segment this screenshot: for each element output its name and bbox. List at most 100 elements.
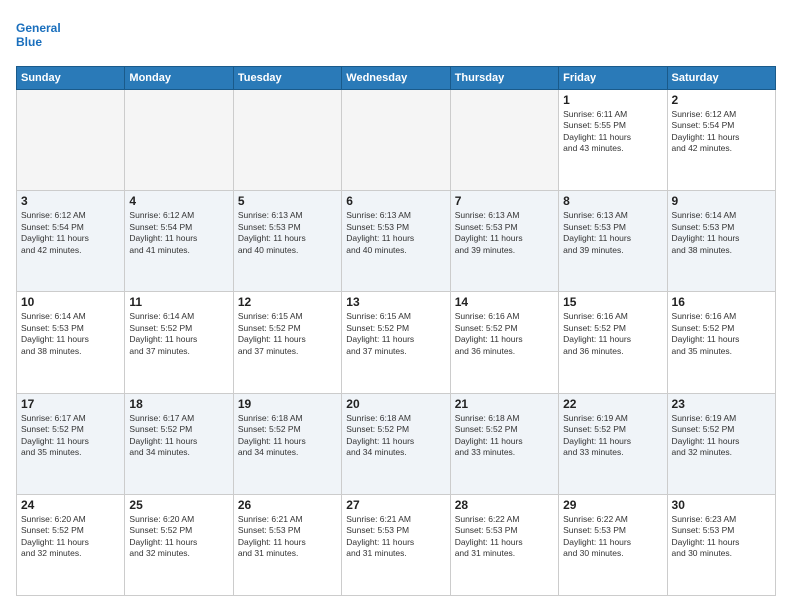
calendar-cell: 8 Sunrise: 6:13 AM Sunset: 5:53 PM Daylig… <box>559 191 667 292</box>
day-info: Sunrise: 6:12 AM Sunset: 5:54 PM Dayligh… <box>21 210 120 256</box>
day-info: Sunrise: 6:17 AM Sunset: 5:52 PM Dayligh… <box>21 413 120 459</box>
day-info: Sunrise: 6:14 AM Sunset: 5:53 PM Dayligh… <box>21 311 120 357</box>
day-info: Sunrise: 6:16 AM Sunset: 5:52 PM Dayligh… <box>672 311 771 357</box>
day-info: Sunrise: 6:13 AM Sunset: 5:53 PM Dayligh… <box>238 210 337 256</box>
calendar-cell: 16 Sunrise: 6:16 AM Sunset: 5:52 PM Dayli… <box>667 292 775 393</box>
calendar-weekday-friday: Friday <box>559 67 667 90</box>
calendar-cell <box>233 90 341 191</box>
day-info: Sunrise: 6:13 AM Sunset: 5:53 PM Dayligh… <box>563 210 662 256</box>
calendar-cell: 30 Sunrise: 6:23 AM Sunset: 5:53 PM Dayli… <box>667 494 775 595</box>
calendar-header-row: SundayMondayTuesdayWednesdayThursdayFrid… <box>17 67 776 90</box>
day-info: Sunrise: 6:18 AM Sunset: 5:52 PM Dayligh… <box>455 413 554 459</box>
day-number: 10 <box>21 295 120 309</box>
page: General Blue SundayMondayTuesdayWednesda… <box>0 0 792 612</box>
day-number: 13 <box>346 295 445 309</box>
day-info: Sunrise: 6:13 AM Sunset: 5:53 PM Dayligh… <box>346 210 445 256</box>
day-number: 28 <box>455 498 554 512</box>
day-info: Sunrise: 6:19 AM Sunset: 5:52 PM Dayligh… <box>563 413 662 459</box>
day-info: Sunrise: 6:11 AM Sunset: 5:55 PM Dayligh… <box>563 109 662 155</box>
calendar-cell: 6Sunrise: 6:13 AM Sunset: 5:53 PM Daylig… <box>342 191 450 292</box>
day-number: 11 <box>129 295 228 309</box>
calendar-cell: 29Sunrise: 6:22 AM Sunset: 5:53 PM Dayli… <box>559 494 667 595</box>
calendar-cell <box>17 90 125 191</box>
calendar-cell: 5 Sunrise: 6:13 AM Sunset: 5:53 PM Daylig… <box>233 191 341 292</box>
day-info: Sunrise: 6:14 AM Sunset: 5:53 PM Dayligh… <box>672 210 771 256</box>
calendar-cell: 27 Sunrise: 6:21 AM Sunset: 5:53 PM Dayli… <box>342 494 450 595</box>
calendar-cell: 18 Sunrise: 6:17 AM Sunset: 5:52 PM Dayli… <box>125 393 233 494</box>
calendar-weekday-monday: Monday <box>125 67 233 90</box>
day-number: 9 <box>672 194 771 208</box>
day-info: Sunrise: 6:21 AM Sunset: 5:53 PM Dayligh… <box>346 514 445 560</box>
day-info: Sunrise: 6:12 AM Sunset: 5:54 PM Dayligh… <box>129 210 228 256</box>
day-info: Sunrise: 6:12 AM Sunset: 5:54 PM Dayligh… <box>672 109 771 155</box>
day-info: Sunrise: 6:16 AM Sunset: 5:52 PM Dayligh… <box>563 311 662 357</box>
day-number: 27 <box>346 498 445 512</box>
calendar-cell <box>125 90 233 191</box>
calendar-cell: 9 Sunrise: 6:14 AM Sunset: 5:53 PM Daylig… <box>667 191 775 292</box>
calendar-week-row: 10 Sunrise: 6:14 AM Sunset: 5:53 PM Dayli… <box>17 292 776 393</box>
day-number: 30 <box>672 498 771 512</box>
header: General Blue <box>16 16 776 56</box>
day-number: 14 <box>455 295 554 309</box>
calendar-cell: 20 Sunrise: 6:18 AM Sunset: 5:52 PM Dayli… <box>342 393 450 494</box>
calendar-week-row: 1 Sunrise: 6:11 AM Sunset: 5:55 PM Daylig… <box>17 90 776 191</box>
svg-text:Blue: Blue <box>16 35 42 49</box>
day-number: 19 <box>238 397 337 411</box>
day-number: 20 <box>346 397 445 411</box>
day-number: 2 <box>672 93 771 107</box>
calendar-cell: 17Sunrise: 6:17 AM Sunset: 5:52 PM Dayli… <box>17 393 125 494</box>
calendar-cell: 21 Sunrise: 6:18 AM Sunset: 5:52 PM Dayli… <box>450 393 558 494</box>
calendar-weekday-wednesday: Wednesday <box>342 67 450 90</box>
day-number: 4 <box>129 194 228 208</box>
day-info: Sunrise: 6:21 AM Sunset: 5:53 PM Dayligh… <box>238 514 337 560</box>
calendar-cell: 28 Sunrise: 6:22 AM Sunset: 5:53 PM Dayli… <box>450 494 558 595</box>
day-number: 12 <box>238 295 337 309</box>
day-number: 29 <box>563 498 662 512</box>
calendar-cell: 19Sunrise: 6:18 AM Sunset: 5:52 PM Dayli… <box>233 393 341 494</box>
calendar-weekday-thursday: Thursday <box>450 67 558 90</box>
calendar-cell: 4 Sunrise: 6:12 AM Sunset: 5:54 PM Daylig… <box>125 191 233 292</box>
day-number: 1 <box>563 93 662 107</box>
calendar-week-row: 3 Sunrise: 6:12 AM Sunset: 5:54 PM Daylig… <box>17 191 776 292</box>
day-info: Sunrise: 6:13 AM Sunset: 5:53 PM Dayligh… <box>455 210 554 256</box>
calendar-cell: 11 Sunrise: 6:14 AM Sunset: 5:52 PM Dayli… <box>125 292 233 393</box>
calendar-cell: 13 Sunrise: 6:15 AM Sunset: 5:52 PM Dayli… <box>342 292 450 393</box>
svg-text:General: General <box>16 21 61 35</box>
day-number: 26 <box>238 498 337 512</box>
calendar-cell: 24Sunrise: 6:20 AM Sunset: 5:52 PM Dayli… <box>17 494 125 595</box>
calendar-cell: 7Sunrise: 6:13 AM Sunset: 5:53 PM Daylig… <box>450 191 558 292</box>
day-number: 23 <box>672 397 771 411</box>
day-number: 21 <box>455 397 554 411</box>
day-info: Sunrise: 6:14 AM Sunset: 5:52 PM Dayligh… <box>129 311 228 357</box>
day-number: 5 <box>238 194 337 208</box>
day-info: Sunrise: 6:19 AM Sunset: 5:52 PM Dayligh… <box>672 413 771 459</box>
calendar-cell: 10 Sunrise: 6:14 AM Sunset: 5:53 PM Dayli… <box>17 292 125 393</box>
calendar-cell: 14 Sunrise: 6:16 AM Sunset: 5:52 PM Dayli… <box>450 292 558 393</box>
calendar-cell: 25 Sunrise: 6:20 AM Sunset: 5:52 PM Dayli… <box>125 494 233 595</box>
calendar-cell <box>450 90 558 191</box>
calendar-cell: 23 Sunrise: 6:19 AM Sunset: 5:52 PM Dayli… <box>667 393 775 494</box>
day-info: Sunrise: 6:22 AM Sunset: 5:53 PM Dayligh… <box>455 514 554 560</box>
calendar-cell: 12Sunrise: 6:15 AM Sunset: 5:52 PM Dayli… <box>233 292 341 393</box>
day-number: 16 <box>672 295 771 309</box>
day-info: Sunrise: 6:15 AM Sunset: 5:52 PM Dayligh… <box>346 311 445 357</box>
day-info: Sunrise: 6:20 AM Sunset: 5:52 PM Dayligh… <box>129 514 228 560</box>
day-number: 8 <box>563 194 662 208</box>
day-number: 3 <box>21 194 120 208</box>
calendar-cell: 3 Sunrise: 6:12 AM Sunset: 5:54 PM Daylig… <box>17 191 125 292</box>
calendar-cell <box>342 90 450 191</box>
day-info: Sunrise: 6:23 AM Sunset: 5:53 PM Dayligh… <box>672 514 771 560</box>
calendar-week-row: 24 Sunrise: 6:20 AM Sunset: 5:52 PM Dayli… <box>17 494 776 595</box>
day-info: Sunrise: 6:17 AM Sunset: 5:52 PM Dayligh… <box>129 413 228 459</box>
calendar-cell: 15Sunrise: 6:16 AM Sunset: 5:52 PM Dayli… <box>559 292 667 393</box>
calendar-weekday-sunday: Sunday <box>17 67 125 90</box>
day-number: 24 <box>21 498 120 512</box>
calendar-cell: 2 Sunrise: 6:12 AM Sunset: 5:54 PM Daylig… <box>667 90 775 191</box>
day-number: 18 <box>129 397 228 411</box>
day-info: Sunrise: 6:18 AM Sunset: 5:52 PM Dayligh… <box>346 413 445 459</box>
calendar-weekday-saturday: Saturday <box>667 67 775 90</box>
day-info: Sunrise: 6:16 AM Sunset: 5:52 PM Dayligh… <box>455 311 554 357</box>
logo-svg: General Blue <box>16 16 76 56</box>
day-number: 25 <box>129 498 228 512</box>
calendar-cell: 1 Sunrise: 6:11 AM Sunset: 5:55 PM Daylig… <box>559 90 667 191</box>
